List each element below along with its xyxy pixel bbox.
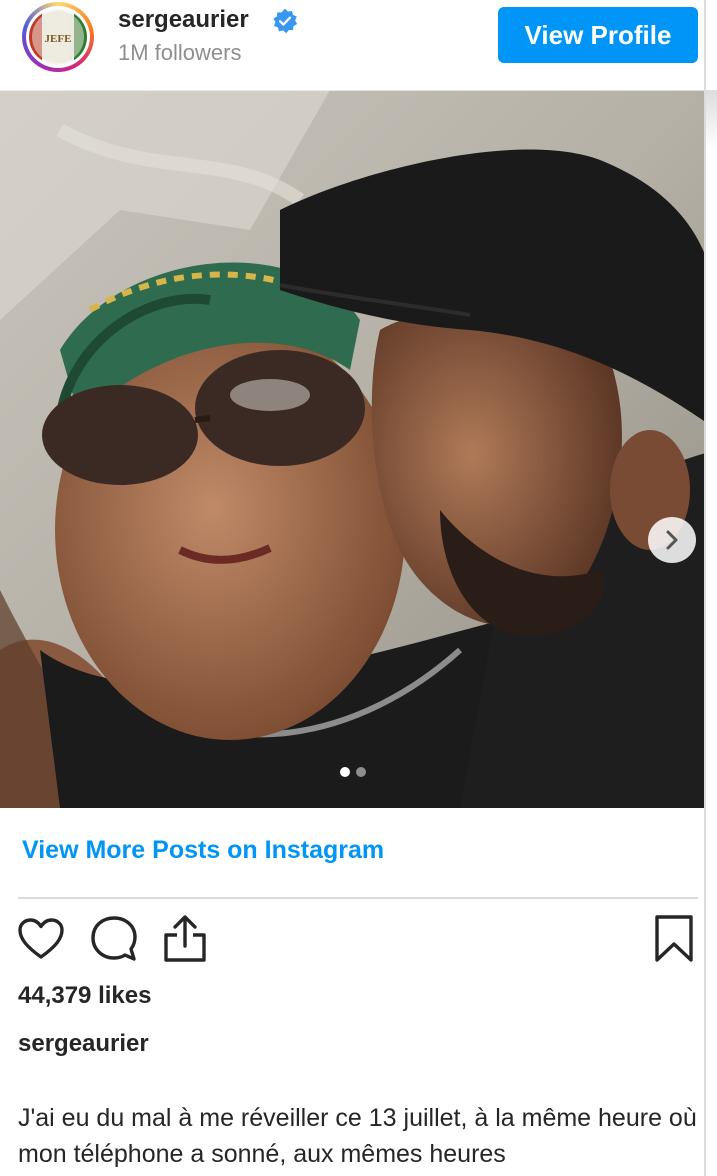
likes-count: 44,379 likes	[18, 982, 152, 1009]
post-photo[interactable]	[0, 90, 717, 808]
post-image	[0, 90, 717, 808]
caption-username[interactable]: sergeaurier	[18, 1030, 149, 1058]
carousel-dot	[340, 767, 350, 777]
share-icon	[164, 915, 206, 962]
post-caption: J'ai eu du mal à me réveiller ce 13 juil…	[18, 1104, 697, 1168]
svg-text:JEFE: JEFE	[45, 33, 72, 45]
comment-button[interactable]	[89, 914, 139, 964]
like-button[interactable]	[16, 914, 66, 964]
divider	[18, 897, 698, 899]
post-header: JEFE sergeaurier 1M followers View Profi…	[0, 0, 704, 90]
save-button[interactable]	[649, 914, 699, 964]
verified-badge-icon	[273, 8, 298, 34]
comment-icon	[91, 916, 137, 961]
view-profile-button[interactable]: View Profile	[498, 7, 698, 63]
bookmark-icon	[655, 915, 693, 962]
avatar-image: JEFE	[29, 9, 87, 65]
avatar[interactable]: JEFE	[22, 2, 94, 72]
carousel-indicator	[340, 767, 366, 777]
page-edge	[704, 0, 717, 1176]
carousel-next-button[interactable]	[648, 517, 696, 563]
followers-count: 1M followers	[118, 40, 242, 65]
heart-icon	[18, 918, 64, 959]
chevron-right-icon	[666, 530, 678, 550]
carousel-dot	[356, 767, 366, 777]
share-button[interactable]	[160, 914, 210, 964]
profile-username[interactable]: sergeaurier	[118, 6, 249, 34]
view-more-posts-link[interactable]: View More Posts on Instagram	[22, 836, 384, 865]
instagram-embed-card: JEFE sergeaurier 1M followers View Profi…	[0, 0, 717, 1176]
